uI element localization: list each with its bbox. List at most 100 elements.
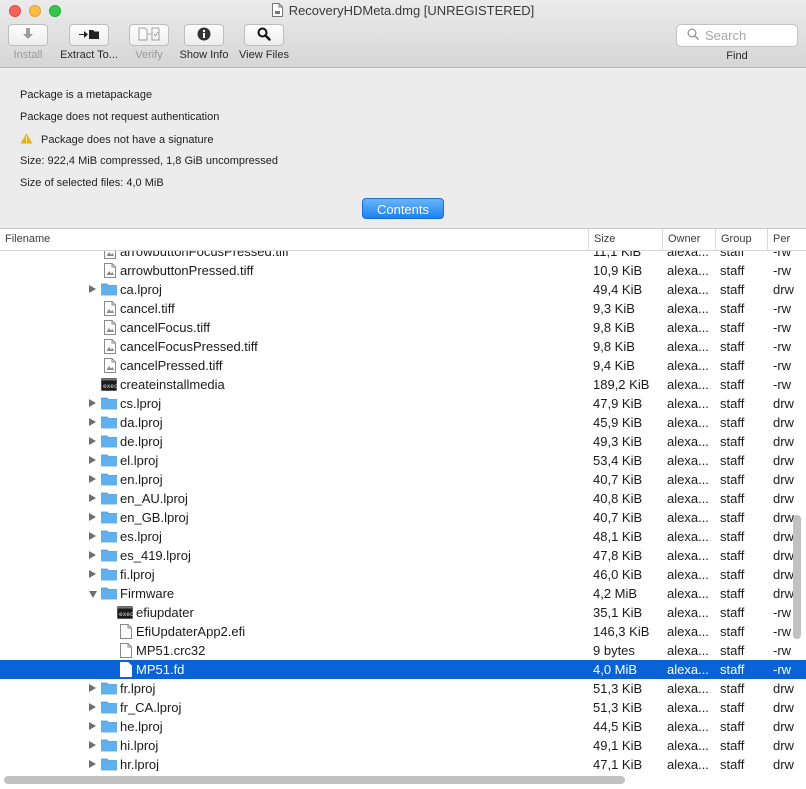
disclosure-open-icon[interactable] [89,591,97,598]
table-row[interactable]: ca.lproj 49,4 KiB alexa... staff drw [0,280,806,299]
column-header-group[interactable]: Group [715,229,768,250]
info-metapackage: Package is a metapackage [20,89,153,101]
show-info-tool[interactable]: Show Info [176,24,232,61]
view-files-button[interactable] [244,24,284,46]
cell-filename: cancelPressed.tiff [0,356,588,375]
disclosure-closed-icon[interactable] [89,437,96,445]
disclosure-closed-icon[interactable] [89,570,96,578]
extract-tool[interactable]: Extract To... [57,24,121,61]
table-row[interactable]: exec efiupdater 35,1 KiB alexa... staff -rw [0,603,806,622]
table-row[interactable]: en_AU.lproj 40,8 KiB alexa... staff drw [0,489,806,508]
table-row[interactable]: fi.lproj 46,0 KiB alexa... staff drw [0,565,806,584]
filename-text: arrowbuttonPressed.tiff [120,263,254,278]
extract-button[interactable] [69,24,109,46]
table-row[interactable]: exec createinstallmedia 189,2 KiB alexa... s… [0,375,806,394]
table-row[interactable]: cancelFocus.tiff 9,8 KiB alexa... staff -rw [0,318,806,337]
disclosure-closed-icon[interactable] [89,399,96,407]
cell-permissions: drw [773,738,794,753]
table-row[interactable]: arrowbuttonFocusPressed.tiff 11,1 KiB alex… [0,251,806,261]
cell-permissions: drw [773,434,794,449]
table-row[interactable]: es_419.lproj 47,8 KiB alexa... staff drw [0,546,806,565]
disclosure-closed-icon[interactable] [89,532,96,540]
table-row[interactable]: da.lproj 45,9 KiB alexa... staff drw [0,413,806,432]
horizontal-scrollbar[interactable] [4,776,625,784]
table-row[interactable]: es.lproj 48,1 KiB alexa... staff drw [0,527,806,546]
cell-group: staff [720,377,745,392]
filename-text: en_GB.lproj [120,510,189,525]
folder-icon [101,548,117,565]
disclosure-closed-icon[interactable] [89,513,96,521]
search-field[interactable] [676,24,798,47]
table-row[interactable]: EfiUpdaterApp2.efi 146,3 KiB alexa... staff… [0,622,806,641]
cell-filename: exec efiupdater [0,603,588,622]
table-row[interactable]: MP51.fd 4,0 MiB alexa... staff -rw [0,660,806,679]
table-row[interactable]: MP51.crc32 9 bytes alexa... staff -rw [0,641,806,660]
disclosure-closed-icon[interactable] [89,760,96,768]
show-info-label: Show Info [179,49,229,61]
cell-filename: exec createinstallmedia [0,375,588,394]
table-row[interactable]: de.lproj 49,3 KiB alexa... staff drw [0,432,806,451]
cell-group: staff [720,301,745,316]
column-header-size[interactable]: Size [588,229,663,250]
folder-icon [101,472,117,489]
table-row[interactable]: he.lproj 44,5 KiB alexa... staff drw [0,717,806,736]
disclosure-closed-icon[interactable] [89,456,96,464]
disclosure-closed-icon[interactable] [89,551,96,559]
table-row[interactable]: cancel.tiff 9,3 KiB alexa... staff -rw [0,299,806,318]
search-input[interactable] [705,28,785,43]
cell-permissions: -rw [773,377,792,392]
table-row[interactable]: fr_CA.lproj 51,3 KiB alexa... staff drw [0,698,806,717]
disclosure-closed-icon[interactable] [89,494,96,502]
table-row[interactable]: arrowbuttonPressed.tiff 10,9 KiB alexa... s… [0,261,806,280]
folder-icon [101,757,117,771]
column-header-filename[interactable]: Filename [0,229,588,250]
disclosure-closed-icon[interactable] [89,418,96,426]
folder-icon [101,529,117,546]
cell-permissions: drw [773,510,794,525]
table-row[interactable]: cs.lproj 47,9 KiB alexa... staff drw [0,394,806,413]
table-row[interactable]: fr.lproj 51,3 KiB alexa... staff drw [0,679,806,698]
disclosure-closed-icon[interactable] [89,475,96,483]
column-header-permissions[interactable]: Per [767,229,806,250]
filename-text: Firmware [120,586,175,601]
cell-filename: fr_CA.lproj [0,698,588,717]
table-row[interactable]: Firmware 4,2 MiB alexa... staff drw [0,584,806,603]
disclosure-closed-icon[interactable] [89,703,96,711]
cell-group: staff [720,453,745,468]
cell-permissions: drw [773,453,794,468]
table-row[interactable]: cancelPressed.tiff 9,4 KiB alexa... staff -r… [0,356,806,375]
verify-tool[interactable]: Verify [128,24,170,61]
contents-button[interactable]: Contents [362,198,444,219]
cell-owner: alexa... [667,567,709,582]
install-tool[interactable]: Install [8,24,48,61]
table-body[interactable]: arrowbuttonFocusPressed.tiff 11,1 KiB alex… [0,251,806,771]
cell-owner: alexa... [667,415,709,430]
cell-group: staff [720,586,745,601]
install-button[interactable] [8,24,48,46]
filename-text: cancelFocusPressed.tiff [120,339,258,354]
table-row[interactable]: cancelFocusPressed.tiff 9,8 KiB alexa... st… [0,337,806,356]
filename-text: EfiUpdaterApp2.efi [136,624,246,639]
cell-size: 48,1 KiB [593,529,643,544]
verify-button[interactable] [129,24,169,46]
disclosure-closed-icon[interactable] [89,285,96,293]
show-info-button[interactable] [184,24,224,46]
disclosure-closed-icon[interactable] [89,722,96,730]
disclosure-closed-icon[interactable] [89,684,96,692]
cell-owner: alexa... [667,681,709,696]
cell-permissions: -rw [773,662,792,677]
filename-text: cancelFocus.tiff [120,320,211,335]
table-row[interactable]: hr.lproj 47,1 KiB alexa... staff drw [0,755,806,771]
cell-permissions: drw [773,396,794,411]
cell-size: 40,7 KiB [593,510,643,525]
table-row[interactable]: en_GB.lproj 40,7 KiB alexa... staff drw [0,508,806,527]
view-files-tool[interactable]: View Files [236,24,292,61]
vertical-scrollbar[interactable] [793,515,801,639]
disclosure-closed-icon[interactable] [89,741,96,749]
table-row[interactable]: hi.lproj 49,1 KiB alexa... staff drw [0,736,806,755]
verify-icon [138,27,160,44]
column-header-owner[interactable]: Owner [662,229,715,250]
view-files-label: View Files [239,49,289,61]
table-row[interactable]: en.lproj 40,7 KiB alexa... staff drw [0,470,806,489]
table-row[interactable]: el.lproj 53,4 KiB alexa... staff drw [0,451,806,470]
